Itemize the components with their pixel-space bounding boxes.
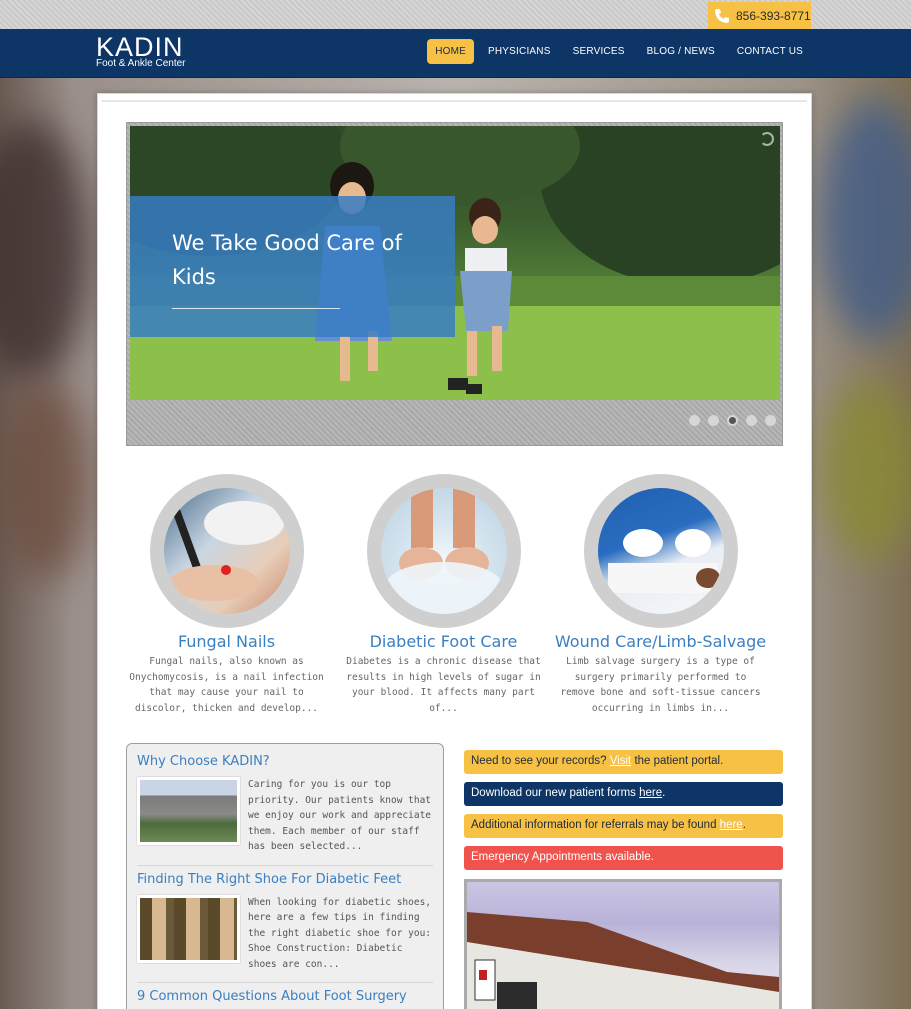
background-runner-blur	[0, 120, 90, 380]
hero-slide-image: We Take Good Care of Kids	[130, 126, 780, 400]
site-logo[interactable]: KADIN Foot & Ankle Center	[96, 33, 186, 69]
patient-forms-link[interactable]: here	[639, 787, 662, 799]
notice-text: the patient portal.	[631, 755, 724, 767]
office-building-photo	[464, 879, 782, 1009]
service-description: Limb salvage surgery is a type of surger…	[560, 656, 761, 714]
service-title[interactable]: Diabetic Foot Care	[335, 632, 552, 651]
post-thumbnail-building[interactable]	[137, 777, 240, 845]
notice-text: Additional information for referrals may…	[471, 819, 720, 831]
wound-care-image	[597, 488, 724, 614]
slider-pagination	[689, 415, 776, 426]
post-excerpt: When looking for diabetic shoes, here ar…	[248, 896, 432, 970]
slider-loading-icon	[760, 132, 774, 146]
background-runner-blur	[820, 100, 911, 340]
post-thumbnail-shoes[interactable]	[137, 894, 240, 963]
notice-text: Download our new patient forms	[471, 787, 640, 799]
service-title[interactable]: Wound Care/Limb-Salvage	[552, 632, 769, 651]
nav-item-blog-news[interactable]: BLOG / NEWS	[639, 39, 723, 64]
hero-caption-rule	[172, 308, 340, 309]
logo-subtitle: Foot & Ankle Center	[96, 58, 186, 69]
phone-number[interactable]: 856-393-8771	[736, 9, 811, 23]
diabetic-foot-care-image	[380, 488, 507, 614]
blog-posts-box: Why Choose KADIN? Caring for you is our …	[126, 743, 444, 1009]
panel-top-border	[102, 100, 807, 102]
main-navbar: KADIN Foot & Ankle Center HOME PHYSICIAN…	[0, 29, 911, 78]
notice-referrals: Additional information for referrals may…	[464, 814, 783, 838]
notice-text: Need to see your records?	[471, 755, 610, 767]
hero-caption-text: We Take Good Care of Kids	[172, 231, 402, 289]
slider-dot-active[interactable]	[727, 415, 738, 426]
notice-text: Emergency Appointments available.	[471, 851, 654, 863]
nav-item-home[interactable]: HOME	[427, 39, 475, 64]
notice-emergency: Emergency Appointments available.	[464, 846, 783, 870]
nav-item-physicians[interactable]: PHYSICIANS	[480, 39, 559, 64]
post-title[interactable]: 9 Common Questions About Foot Surgery	[137, 989, 433, 1004]
service-wound-care[interactable]: Wound Care/Limb-Salvage Limb salvage sur…	[552, 474, 769, 716]
services-row: Fungal Nails Fungal nails, also known as…	[118, 474, 793, 716]
post-title[interactable]: Finding The Right Shoe For Diabetic Feet	[137, 872, 433, 887]
service-title[interactable]: Fungal Nails	[118, 632, 335, 651]
post-divider	[137, 864, 433, 866]
nav-item-services[interactable]: SERVICES	[565, 39, 633, 64]
slider-dot[interactable]	[689, 415, 700, 426]
notice-text: .	[662, 787, 666, 799]
notice-patient-forms: Download our new patient forms here.	[464, 782, 783, 806]
background-runner-blur	[0, 380, 90, 580]
visit-portal-link[interactable]: Visit	[610, 755, 632, 767]
phone-badge[interactable]: 856-393-8771	[708, 2, 811, 29]
post-divider	[137, 982, 433, 983]
service-image-frame[interactable]	[366, 474, 521, 628]
notice-patient-portal: Need to see your records? Visit the pati…	[464, 750, 783, 774]
primary-nav: HOME PHYSICIANS SERVICES BLOG / NEWS CON…	[427, 39, 811, 64]
referrals-link[interactable]: here	[720, 819, 743, 831]
notices-column: Need to see your records? Visit the pati…	[464, 750, 783, 878]
slider-dot[interactable]	[765, 415, 776, 426]
nav-item-contact-us[interactable]: CONTACT US	[729, 39, 811, 64]
hero-slider[interactable]: We Take Good Care of Kids	[126, 122, 783, 446]
post-entry: Caring for you is our top priority. Our …	[137, 777, 433, 855]
service-image-frame[interactable]	[583, 474, 738, 628]
logo-wordmark: KADIN	[96, 32, 184, 62]
service-description: Fungal nails, also known as Onychomycosi…	[129, 656, 324, 714]
service-fungal-nails[interactable]: Fungal Nails Fungal nails, also known as…	[118, 474, 335, 716]
fungal-nails-image	[163, 488, 290, 614]
background-runner-blur	[820, 380, 911, 560]
post-excerpt: Caring for you is our top priority. Our …	[248, 779, 432, 852]
slider-dot[interactable]	[746, 415, 757, 426]
content-panel: We Take Good Care of Kids Fungal Nails F…	[97, 93, 812, 1009]
notice-text: .	[742, 819, 746, 831]
hero-caption-box: We Take Good Care of Kids	[130, 196, 455, 337]
service-description: Diabetes is a chronic disease that resul…	[346, 656, 541, 714]
service-image-frame[interactable]	[149, 474, 304, 628]
phone-icon	[714, 8, 730, 24]
post-entry: When looking for diabetic shoes, here ar…	[137, 894, 433, 973]
post-title[interactable]: Why Choose KADIN?	[137, 754, 433, 769]
slider-dot[interactable]	[708, 415, 719, 426]
service-diabetic-foot-care[interactable]: Diabetic Foot Care Diabetes is a chronic…	[335, 474, 552, 716]
